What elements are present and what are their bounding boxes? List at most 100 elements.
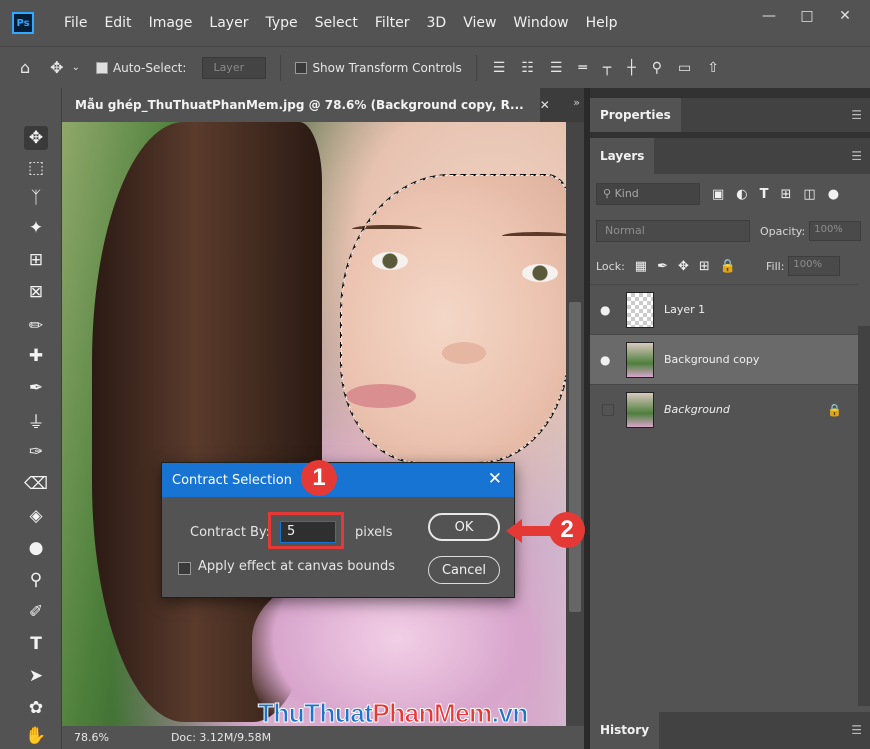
panel-menu-icon[interactable]: ☰ bbox=[851, 108, 862, 122]
lock-all-icon[interactable]: 🔒 bbox=[720, 259, 736, 274]
frame-tool-icon[interactable]: ⊠ bbox=[24, 280, 48, 304]
opacity-input[interactable]: 100% bbox=[809, 221, 862, 241]
menu-image[interactable]: Image bbox=[149, 15, 193, 31]
right-dock: Properties ☰ Layers ☰ ⚲ Kind ▣ ◐ T ⊞ ◫ ●… bbox=[584, 88, 870, 749]
crop-tool-icon[interactable]: ⊞ bbox=[24, 248, 48, 272]
tab-history[interactable]: History bbox=[590, 712, 660, 749]
filter-type-icon[interactable]: T bbox=[760, 187, 769, 202]
image-canvas[interactable] bbox=[62, 122, 566, 726]
kind-filter-select[interactable]: ⚲ Kind bbox=[596, 183, 700, 205]
step-badge: 2 bbox=[549, 512, 585, 548]
zoom-level[interactable]: 78.6% bbox=[74, 731, 109, 744]
path-selection-icon[interactable]: ➤ bbox=[24, 664, 48, 688]
align-middle-icon[interactable]: ┼ bbox=[627, 60, 635, 76]
filter-adjustment-icon[interactable]: ◐ bbox=[736, 187, 747, 202]
search-icon[interactable]: ⚲ bbox=[652, 60, 662, 76]
cancel-button[interactable]: Cancel bbox=[428, 556, 500, 584]
menu-view[interactable]: View bbox=[463, 15, 496, 31]
menu-filter[interactable]: Filter bbox=[375, 15, 410, 31]
close-icon[interactable]: ✕ bbox=[540, 98, 550, 112]
tab-properties[interactable]: Properties bbox=[590, 98, 681, 132]
visibility-off-box[interactable] bbox=[602, 403, 614, 416]
kind-filter-label: Kind bbox=[614, 187, 639, 200]
brush-tool-icon[interactable]: ✒ bbox=[24, 376, 48, 400]
healing-brush-icon[interactable]: ✚ bbox=[24, 344, 48, 368]
chevron-down-icon[interactable]: ⌄ bbox=[72, 62, 80, 73]
collapse-panels-icon[interactable]: » bbox=[573, 96, 580, 109]
hand-tool-icon[interactable]: ✋ bbox=[24, 724, 48, 748]
menu-select[interactable]: Select bbox=[315, 15, 358, 31]
marquee-tool-icon[interactable]: ⬚ bbox=[24, 156, 48, 180]
home-icon[interactable]: ⌂ bbox=[20, 58, 30, 77]
eyedropper-icon[interactable]: ✏ bbox=[24, 314, 48, 338]
filter-toggle-icon[interactable]: ● bbox=[828, 187, 839, 202]
blend-mode-select[interactable]: Normal bbox=[596, 220, 750, 242]
window-controls: — □ ✕ bbox=[750, 4, 864, 28]
document-size[interactable]: Doc: 3.12M/9.58M bbox=[171, 731, 271, 744]
eye-icon[interactable]: ● bbox=[600, 353, 620, 367]
layer-row[interactable]: Background 🔒 bbox=[590, 384, 858, 434]
document-tab[interactable]: Mẫu ghép_ThuThuatPhanMem.jpg @ 78.6% (Ba… bbox=[62, 88, 550, 122]
contract-by-label: Contract By: bbox=[190, 525, 271, 540]
filter-pixel-icon[interactable]: ▣ bbox=[712, 187, 724, 202]
show-transform-label: Show Transform Controls bbox=[312, 60, 462, 75]
panel-menu-icon[interactable]: ☰ bbox=[851, 723, 862, 737]
canvas-scrollbar[interactable] bbox=[566, 122, 584, 726]
layers-tab-row: Layers ☰ bbox=[590, 138, 870, 174]
align-left-icon[interactable]: ☰ bbox=[493, 60, 506, 76]
scrollbar-thumb[interactable] bbox=[569, 302, 581, 612]
lasso-tool-icon[interactable]: ᛉ bbox=[24, 186, 48, 210]
auto-select-target-select[interactable]: Layer bbox=[202, 56, 267, 79]
menu-edit[interactable]: Edit bbox=[104, 15, 131, 31]
minimize-icon[interactable]: — bbox=[750, 4, 788, 28]
maximize-icon[interactable]: □ bbox=[788, 4, 826, 28]
lock-paint-icon[interactable]: ✒ bbox=[657, 259, 668, 274]
align-center-icon[interactable]: ☷ bbox=[521, 60, 534, 76]
lock-label: Lock: bbox=[596, 259, 625, 273]
layer-row[interactable]: ● Background copy bbox=[590, 334, 858, 384]
auto-select-checkbox[interactable]: Auto-Select: bbox=[95, 60, 187, 75]
menu-3d[interactable]: 3D bbox=[427, 15, 447, 31]
filter-shape-icon[interactable]: ⊞ bbox=[781, 187, 792, 202]
layer-row[interactable]: ● Layer 1 bbox=[590, 284, 858, 334]
apply-bounds-checkbox[interactable] bbox=[178, 562, 191, 575]
show-transform-checkbox[interactable]: Show Transform Controls bbox=[295, 60, 462, 75]
panel-menu-icon[interactable]: ☰ bbox=[851, 149, 862, 163]
lock-artboard-icon[interactable]: ⊞ bbox=[699, 259, 710, 274]
menu-layer[interactable]: Layer bbox=[209, 15, 248, 31]
custom-shape-icon[interactable]: ✿ bbox=[24, 696, 48, 720]
filter-smart-object-icon[interactable]: ◫ bbox=[803, 187, 815, 202]
tab-layers[interactable]: Layers bbox=[590, 138, 655, 174]
layers-scrollbar[interactable] bbox=[858, 326, 870, 706]
menu-help[interactable]: Help bbox=[586, 15, 618, 31]
paint-bucket-icon[interactable]: ◈ bbox=[24, 504, 48, 528]
menu-file[interactable]: File bbox=[64, 15, 87, 31]
auto-select-label: Auto-Select: bbox=[112, 60, 187, 75]
share-icon[interactable]: ⇧ bbox=[707, 60, 719, 76]
fill-input[interactable]: 100% bbox=[788, 256, 841, 276]
ok-button[interactable]: OK bbox=[428, 513, 500, 541]
pen-tool-icon[interactable]: ✐ bbox=[24, 600, 48, 624]
magic-wand-icon[interactable]: ✦ bbox=[24, 216, 48, 240]
blur-tool-icon[interactable]: ● bbox=[24, 536, 48, 560]
stamp-tool-icon[interactable]: ⏚ bbox=[24, 408, 48, 433]
divider bbox=[280, 54, 282, 81]
layer-filter-row: ⚲ Kind ▣ ◐ T ⊞ ◫ ● bbox=[590, 174, 870, 214]
distribute-icon[interactable]: ═ bbox=[578, 60, 586, 76]
lock-transparent-icon[interactable]: ▦ bbox=[635, 259, 647, 274]
align-top-icon[interactable]: ┬ bbox=[603, 60, 611, 76]
lock-position-icon[interactable]: ✥ bbox=[678, 259, 689, 274]
menu-type[interactable]: Type bbox=[265, 15, 297, 31]
eraser-tool-icon[interactable]: ⌫ bbox=[24, 472, 48, 496]
eye-icon[interactable]: ● bbox=[600, 303, 620, 317]
move-tool-icon[interactable]: ✥ bbox=[50, 58, 63, 77]
history-brush-icon[interactable]: ✑ bbox=[24, 440, 48, 464]
align-right-icon[interactable]: ☰ bbox=[550, 60, 563, 76]
workspace-icon[interactable]: ▭ bbox=[678, 60, 691, 76]
menu-window[interactable]: Window bbox=[513, 15, 568, 31]
close-icon[interactable]: ✕ bbox=[488, 469, 502, 489]
dodge-tool-icon[interactable]: ⚲ bbox=[24, 568, 48, 592]
type-tool-icon[interactable]: T bbox=[24, 632, 48, 656]
move-tool-icon[interactable]: ✥ bbox=[24, 126, 48, 150]
close-icon[interactable]: ✕ bbox=[826, 4, 864, 28]
